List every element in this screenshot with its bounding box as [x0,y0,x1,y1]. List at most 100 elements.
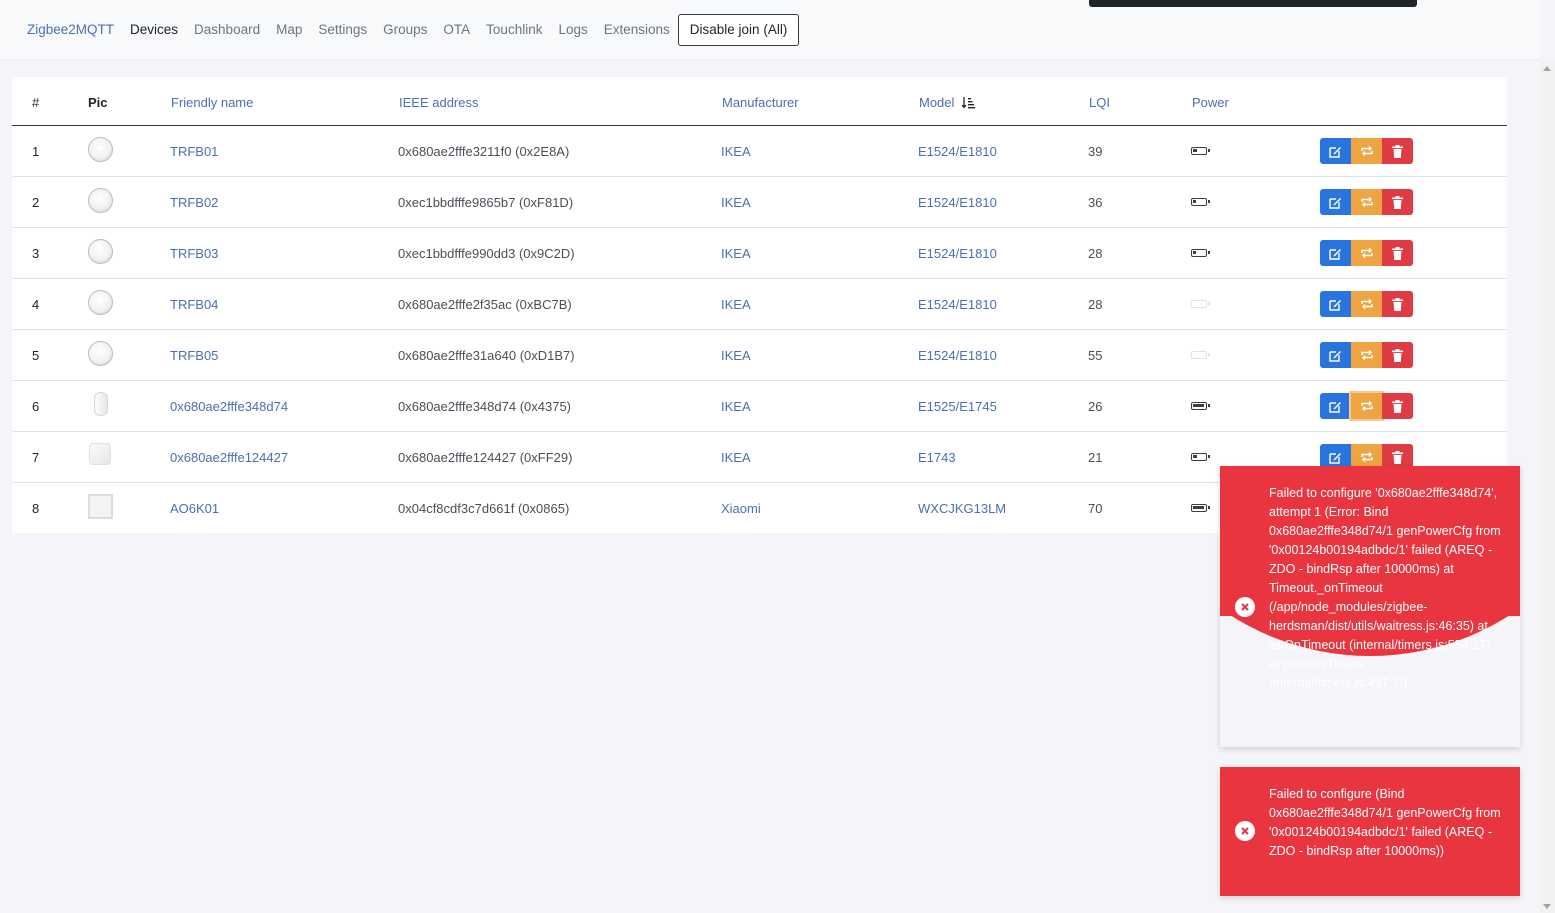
refresh-icon [1360,400,1374,412]
model-link[interactable]: E1524/E1810 [918,246,997,261]
nav-extensions[interactable]: Extensions [604,22,670,37]
configure-button[interactable] [1351,342,1382,368]
battery-icon [1191,453,1210,461]
edit-button[interactable] [1320,393,1351,419]
manufacturer-link[interactable]: IKEA [721,450,751,465]
configure-button[interactable] [1351,138,1382,164]
battery-icon [1191,402,1210,410]
refresh-icon [1360,451,1374,463]
row-actions [1320,189,1413,215]
nav-ota[interactable]: OTA [443,22,470,37]
model-link[interactable]: E1524/E1810 [918,195,997,210]
friendly-name-link[interactable]: TRFB03 [170,246,218,261]
lqi-value: 39 [1088,144,1103,159]
friendly-name-link[interactable]: TRFB01 [170,144,218,159]
ieee-address: 0x680ae2fffe2f35ac (0xBC7B) [398,297,572,312]
delete-button[interactable] [1382,342,1413,368]
nav-touchlink[interactable]: Touchlink [486,22,542,37]
battery-icon [1191,504,1210,512]
manufacturer-link[interactable]: IKEA [721,399,751,414]
delete-button[interactable] [1382,393,1413,419]
nav-logs[interactable]: Logs [558,22,587,37]
edit-button[interactable] [1320,189,1351,215]
brand-link[interactable]: Zigbee2MQTT [27,22,114,37]
edit-button[interactable] [1320,240,1351,266]
lqi-value: 26 [1088,399,1103,414]
nav-devices[interactable]: Devices [130,22,178,37]
row-index: 5 [32,348,40,363]
delete-button[interactable] [1382,291,1413,317]
manufacturer-link[interactable]: IKEA [721,144,751,159]
device-image-shape [88,494,113,519]
device-image [88,341,113,368]
header-index: # [32,95,40,110]
row-index: 4 [32,297,40,312]
header-lqi[interactable]: LQI [1089,95,1110,110]
edit-icon [1329,298,1342,311]
edit-icon [1329,451,1342,464]
manufacturer-link[interactable]: IKEA [721,348,751,363]
friendly-name-link[interactable]: 0x680ae2fffe348d74 [170,399,288,414]
ieee-address: 0x680ae2fffe31a640 (0xD1B7) [398,348,575,363]
model-link[interactable]: E1524/E1810 [918,144,997,159]
model-link[interactable]: E1525/E1745 [918,399,997,414]
configure-button[interactable] [1351,240,1382,266]
friendly-name-link[interactable]: TRFB04 [170,297,218,312]
scroll-down-icon[interactable] [1543,904,1551,909]
manufacturer-link[interactable]: IKEA [721,297,751,312]
row-actions [1320,240,1413,266]
header-ieee-address[interactable]: IEEE address [399,95,479,110]
friendly-name-link[interactable]: TRFB05 [170,348,218,363]
header-power[interactable]: Power [1192,95,1229,110]
nav-map[interactable]: Map [276,22,302,37]
device-image [88,392,113,419]
devices-table: # Pic Friendly name IEEE address Manufac… [12,77,1507,533]
friendly-name-link[interactable]: 0x680ae2fffe124427 [170,450,288,465]
navbar: Zigbee2MQTT Devices Dashboard Map Settin… [0,0,1540,60]
nav-settings[interactable]: Settings [318,22,367,37]
battery-level [1193,149,1197,152]
row-index: 7 [32,450,40,465]
table-row: 6 0x680ae2fffe348d74 0x680ae2fffe348d74 (0… [12,381,1507,432]
lqi-value: 55 [1088,348,1103,363]
ieee-address: 0x680ae2fffe348d74 (0x4375) [398,399,572,414]
delete-button[interactable] [1382,189,1413,215]
model-link[interactable]: E1524/E1810 [918,297,997,312]
manufacturer-link[interactable]: Xiaomi [721,501,761,516]
nav-dashboard[interactable]: Dashboard [194,22,260,37]
configure-button[interactable] [1351,189,1382,215]
manufacturer-link[interactable]: IKEA [721,246,751,261]
disable-join-button[interactable]: Disable join (All) [677,13,800,46]
manufacturer-link[interactable]: IKEA [721,195,751,210]
row-index: 6 [32,399,40,414]
error-toast[interactable]: Failed to configure '0x680ae2fffe348d74'… [1220,466,1520,747]
delete-button[interactable] [1382,138,1413,164]
configure-button[interactable] [1351,291,1382,317]
edit-icon [1329,196,1342,209]
nav-groups[interactable]: Groups [383,22,427,37]
edit-button[interactable] [1320,291,1351,317]
edit-icon [1329,145,1342,158]
battery-level [1193,506,1204,509]
lqi-value: 21 [1088,450,1103,465]
configure-button[interactable] [1349,391,1384,421]
delete-button[interactable] [1382,240,1413,266]
scrollbar[interactable] [1540,60,1555,913]
model-link[interactable]: E1524/E1810 [918,348,997,363]
device-image [88,137,113,164]
edit-icon [1329,349,1342,362]
ieee-address: 0xec1bbdfffe9865b7 (0xF81D) [398,195,574,210]
model-link[interactable]: E1743 [918,450,956,465]
friendly-name-link[interactable]: AO6K01 [170,501,219,516]
battery-level [1193,251,1196,254]
friendly-name-link[interactable]: TRFB02 [170,195,218,210]
refresh-icon [1360,298,1374,310]
error-toast[interactable]: Failed to configure (Bind 0x680ae2fffe34… [1220,767,1520,896]
header-manufacturer[interactable]: Manufacturer [722,95,799,110]
header-friendly-name[interactable]: Friendly name [171,95,253,110]
model-link[interactable]: WXCJKG13LM [918,501,1006,516]
edit-button[interactable] [1320,342,1351,368]
header-model[interactable]: Model [919,95,976,110]
scroll-up-icon[interactable] [1543,66,1551,71]
edit-button[interactable] [1320,138,1351,164]
